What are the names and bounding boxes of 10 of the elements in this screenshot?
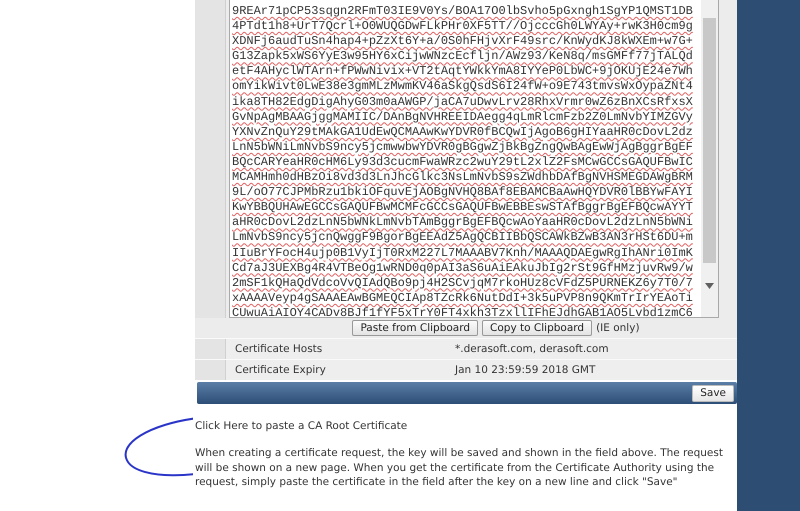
field-value: Jan 10 23:59:59 2018 GMT (455, 364, 596, 376)
paste-button[interactable]: Paste from Clipboard (352, 320, 478, 336)
clipboard-note: (IE only) (596, 322, 640, 334)
field-value: *.derasoft.com, derasoft.com (455, 343, 609, 355)
help-text: When creating a certificate request, the key will be saved and shown in the field above. The request will be shown on a new page. When you get the certificate from the Certificate Authority using the request, simply paste the certificate in the field after the key on a new line and click "Save" (195, 446, 724, 490)
field-label: Certificate Hosts (235, 343, 324, 355)
field-label: Certificate Expiry (235, 364, 327, 376)
copy-button[interactable]: Copy to Clipboard (482, 320, 592, 336)
root-certificate-link[interactable]: Click Here to paste a CA Root Certificate (195, 420, 737, 432)
save-button[interactable]: Save (692, 384, 734, 402)
